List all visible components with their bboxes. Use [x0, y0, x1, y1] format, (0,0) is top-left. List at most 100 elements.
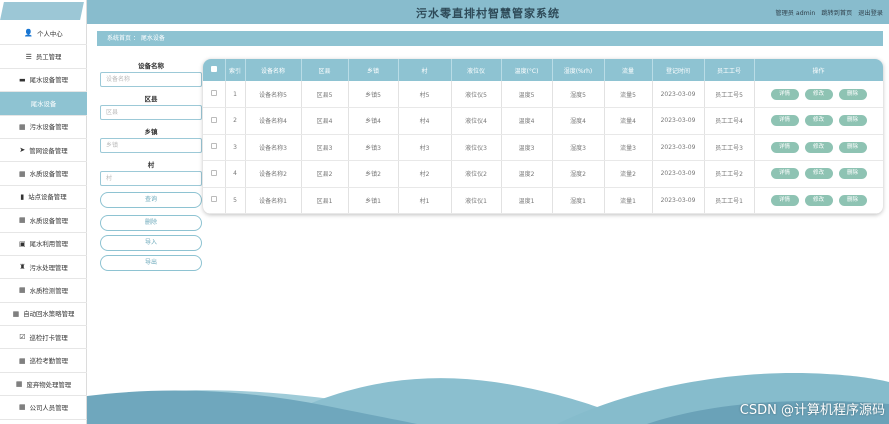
sidebar-item-label: 员工管理 [35, 53, 62, 62]
select-all-cell [203, 59, 226, 81]
table-cell: 2023-03-09 [652, 81, 705, 108]
detail-button[interactable]: 详情 [770, 88, 799, 100]
table-row: 4 设备名称2 区县2 乡镇2 村2 液位仪2 温度2 湿度2 流量2 2023-03-09 员工工… [203, 160, 883, 188]
device-name-input[interactable]: 设备名称 [100, 72, 202, 87]
delete-row-button[interactable]: 删除 [838, 115, 867, 127]
sidebar-item-label: 水质设备管理 [29, 216, 68, 225]
sidebar-item-label: 巡检打卡管理 [29, 333, 68, 342]
table-cell: 设备名称3 [245, 134, 302, 161]
select-all-checkbox[interactable] [210, 66, 217, 72]
sidebar-item-2[interactable]: ▬ 尾水设备管理 [0, 69, 87, 93]
sidebar-item-label: 个人中心 [37, 29, 63, 38]
sidebar-item-7[interactable]: ▮ 站点设备管理 [0, 186, 87, 210]
table-cell: 区县2 [301, 160, 349, 188]
delete-row-button[interactable]: 删除 [838, 141, 867, 153]
table-cell: 液位仪3 [451, 134, 502, 161]
search-panel: 设备名称 设备名称 区县 区县 乡镇 乡镇 村 村 查询 删除 导入 导出 [100, 60, 202, 271]
table-cell: 村2 [398, 160, 452, 188]
table-cell: 温度2 [501, 160, 553, 188]
sidebar-item-9[interactable]: ▣ 尾水利用管理 [0, 233, 87, 256]
column-header: 乡镇 [348, 59, 399, 81]
delete-row-button[interactable]: 删除 [838, 88, 867, 100]
table-row: 3 设备名称3 区县3 乡镇3 村3 液位仪3 温度3 湿度3 流量3 2023-03-09 员工工… [203, 134, 883, 161]
device-name-label: 设备名称 [138, 62, 164, 70]
search-button[interactable]: 查询 [100, 192, 202, 208]
sidebar-item-15[interactable]: ▦ 废弃物处理管理 [0, 373, 87, 397]
sidebar-item-0[interactable]: 👤 个人中心 [0, 22, 87, 46]
edit-button[interactable]: 修改 [804, 168, 833, 180]
detail-button[interactable]: 详情 [770, 194, 799, 206]
table-cell: 员工工号2 [704, 160, 755, 188]
delete-row-button[interactable]: 删除 [838, 168, 867, 180]
edit-button[interactable]: 修改 [804, 88, 833, 100]
edit-button[interactable]: 修改 [804, 141, 833, 153]
sidebar-item-11[interactable]: ▦ 水质检测管理 [0, 279, 87, 303]
sidebar-item-4[interactable]: ▦ 污水设备管理 [0, 116, 87, 139]
sidebar-item-label: 站点设备管理 [28, 193, 67, 202]
actions-cell: 详情 修改 删除 [754, 107, 883, 135]
row-checkbox[interactable] [210, 169, 217, 176]
import-button[interactable]: 导入 [100, 235, 202, 251]
header-links: 管理员 admin 跳转到首页 退出登录 [775, 8, 883, 17]
detail-button[interactable]: 详情 [770, 115, 799, 127]
sidebar-item-1[interactable]: ☰ 员工管理 [0, 45, 87, 69]
column-header: 温度(°C) [501, 59, 553, 81]
table-cell: 流量4 [604, 107, 653, 135]
table-cell: 区县4 [301, 107, 349, 135]
table-cell: 员工工号5 [704, 81, 755, 108]
column-header: 操作 [754, 59, 883, 81]
table-cell: 2 [225, 107, 246, 135]
sidebar-item-16[interactable]: ▦ 公司人员管理 [0, 396, 87, 420]
sidebar-item-13[interactable]: ☑ 巡检打卡管理 [0, 326, 87, 350]
table-cell: 区县5 [301, 81, 349, 108]
table-cell: 温度3 [501, 134, 553, 161]
sidebar-item-label: 管网设备管理 [29, 146, 68, 155]
table-cell: 5 [225, 187, 246, 214]
sidebar-item-3[interactable]: 尾水设备 [0, 92, 87, 116]
delete-button[interactable]: 删除 [100, 215, 202, 231]
row-checkbox[interactable] [210, 116, 217, 123]
table-cell: 村3 [398, 134, 452, 161]
row-checkbox[interactable] [210, 196, 217, 203]
table-cell: 湿度5 [552, 81, 605, 108]
to-front-link[interactable]: 跳转到首页 [821, 8, 852, 17]
checkbox-icon: ☑ [19, 333, 26, 342]
row-select-cell [203, 81, 226, 108]
table-header-row: 索引 设备名称 区县 乡镇村液位仪 温度(°C) 湿度(%rh) 流量 登记时间 员工工号 操作 [203, 59, 883, 81]
detail-button[interactable]: 详情 [770, 168, 799, 180]
grid-icon: ▦ [19, 169, 26, 178]
detail-button[interactable]: 详情 [770, 141, 799, 153]
row-checkbox[interactable] [210, 143, 217, 150]
table-cell: 乡镇2 [348, 160, 399, 188]
table-cell: 温度5 [501, 81, 553, 108]
edit-button[interactable]: 修改 [804, 194, 833, 206]
sidebar-item-10[interactable]: ♜ 污水处理管理 [0, 256, 87, 280]
table-row: 1 设备名称5 区县5 乡镇5 村5 液位仪5 温度5 湿度5 流量5 2023-03-09 员工工… [203, 81, 883, 108]
township-input[interactable]: 乡镇 [100, 138, 202, 153]
data-table-container: 索引 设备名称 区县 乡镇村液位仪 温度(°C) 湿度(%rh) 流量 登记时间 员工工号 操作 … [203, 59, 883, 214]
village-input[interactable]: 村 [100, 171, 202, 186]
table-cell: 湿度3 [552, 134, 605, 161]
table-cell: 湿度4 [552, 107, 605, 135]
row-checkbox[interactable] [210, 90, 217, 96]
export-button[interactable]: 导出 [100, 255, 202, 271]
township-label: 乡镇 [144, 128, 158, 136]
grid-icon: ▦ [19, 286, 26, 295]
table-cell: 区县3 [301, 134, 349, 161]
actions-cell: 详情 修改 删除 [754, 160, 883, 188]
district-input[interactable]: 区县 [100, 105, 202, 120]
sidebar-item-14[interactable]: ▦ 巡检考勤管理 [0, 349, 87, 373]
logout-link[interactable]: 退出登录 [858, 8, 883, 17]
edit-button[interactable]: 修改 [804, 115, 833, 127]
column-header: 员工工号 [704, 59, 755, 81]
sidebar-item-12[interactable]: ▦ 自动回水策略管理 [0, 303, 87, 327]
column-header: 设备名称 [245, 59, 302, 81]
breadcrumb-home[interactable]: 系统首页 [107, 35, 131, 42]
sidebar-item-8[interactable]: ▦ 水质设备管理 [0, 209, 87, 233]
grid-icon: ▦ [19, 216, 26, 225]
table-cell: 流量1 [604, 187, 653, 214]
delete-row-button[interactable]: 删除 [838, 194, 867, 206]
sidebar-item-6[interactable]: ▦ 水质设备管理 [0, 162, 87, 186]
sidebar-item-5[interactable]: ➤ 管网设备管理 [0, 139, 87, 163]
sidebar-item-label: 污水设备管理 [29, 123, 68, 132]
